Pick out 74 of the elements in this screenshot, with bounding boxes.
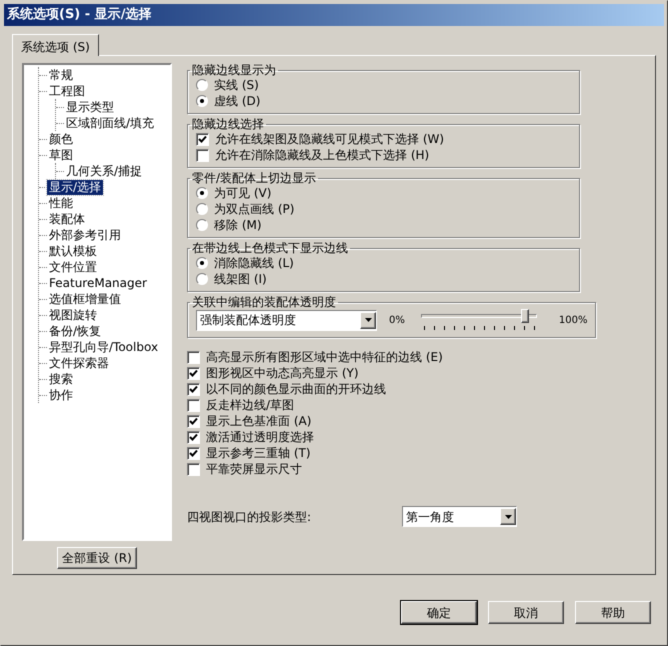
tab[interactable]: 系统选项 (S) <box>12 34 99 56</box>
dropdown[interactable]: 第一角度 <box>402 506 517 527</box>
radio-button[interactable] <box>196 273 208 285</box>
tree-item[interactable]: 备份/恢复 <box>47 324 104 338</box>
checkbox-label: 激活通过透明度选择 <box>206 429 314 446</box>
tree-item[interactable]: 颜色 <box>47 132 75 146</box>
checkbox-label: 显示上色基准面 (A) <box>206 413 312 430</box>
checkbox[interactable] <box>187 382 200 396</box>
checkbox[interactable] <box>196 148 209 162</box>
tree-item[interactable]: 常规 <box>47 68 75 82</box>
checkbox-label: 高亮显示所有图形区域中选中特征的边线 (E) <box>206 349 443 366</box>
tree-item[interactable]: 协作 <box>47 388 75 402</box>
checkbox-label: 反走样边线/草图 <box>206 397 294 414</box>
checkbox[interactable] <box>196 132 209 146</box>
option-label: 线架图 (I) <box>214 271 267 288</box>
radio-button[interactable] <box>196 79 208 91</box>
option-label: 允许在线架图及隐藏线可见模式下选择 (W) <box>215 131 444 148</box>
tree-item[interactable]: 文件位置 <box>47 260 99 274</box>
dropdown[interactable]: 强制装配体透明度 <box>196 310 377 330</box>
tree-item[interactable]: 区域剖面线/填充 <box>64 116 156 130</box>
option-label: 移除 (M) <box>214 217 262 234</box>
tree-item[interactable]: 显示类型 <box>64 100 116 114</box>
max-label: 100% <box>558 314 588 328</box>
dialog-button[interactable]: 取消 <box>488 601 564 624</box>
checkbox[interactable] <box>187 366 200 380</box>
tree-item[interactable]: 默认模板 <box>47 244 99 258</box>
checkbox-label: 显示参考三重轴 (T) <box>206 445 311 462</box>
radio-button[interactable] <box>196 187 208 199</box>
option-label: 为可见 (V) <box>214 185 272 202</box>
group-title: 隐藏边线显示为 <box>191 63 277 77</box>
radio-button[interactable] <box>196 95 208 107</box>
dropdown-value: 第一角度 <box>405 508 455 526</box>
checkbox[interactable] <box>187 430 200 444</box>
group-title: 在带边线上色模式下显示边线 <box>191 241 349 255</box>
dialog-button[interactable]: 帮助 <box>575 601 651 624</box>
tree-item[interactable]: 性能 <box>47 196 75 210</box>
option-label: 为双点画线 (P) <box>214 201 294 218</box>
projection-label: 四视图视口的投影类型: <box>187 508 312 526</box>
option-label: 允许在消除隐藏线及上色模式下选择 (H) <box>215 147 430 164</box>
group-title: 关联中编辑的装配体透明度 <box>191 295 337 309</box>
checkbox[interactable] <box>187 414 200 428</box>
group-title: 隐藏边线选择 <box>191 117 265 131</box>
tree-item[interactable]: 外部参考引用 <box>47 228 123 242</box>
window-title: 系统选项(S) - 显示/选择 <box>7 6 152 24</box>
tree-item[interactable]: FeatureManager <box>47 276 149 290</box>
tree-item[interactable]: 装配体 <box>47 212 87 226</box>
tree-item[interactable]: 文件探索器 <box>47 356 111 370</box>
checkbox[interactable] <box>187 398 200 412</box>
radio-button[interactable] <box>196 219 208 231</box>
checkbox-label: 图形视区中动态高亮显示 (Y) <box>206 365 359 382</box>
tree-item[interactable]: 异型孔向导/Toolbox <box>47 340 160 354</box>
option-label: 虚线 (D) <box>214 93 260 110</box>
tree-item[interactable]: 显示/选择 <box>47 180 104 194</box>
checkbox-label: 平靠荧屏显示尺寸 <box>206 461 302 478</box>
slider-thumb[interactable] <box>521 309 530 323</box>
tree-item[interactable]: 视图旋转 <box>47 308 99 322</box>
checkbox[interactable] <box>187 446 200 460</box>
tree-item[interactable]: 搜索 <box>47 372 75 386</box>
dropdown-value: 强制装配体透明度 <box>199 312 297 329</box>
option-label: 实线 (S) <box>214 77 259 94</box>
tree-item[interactable]: 草图 <box>47 148 75 162</box>
option-label: 消除隐藏线 (L) <box>214 255 294 272</box>
radio-button[interactable] <box>196 257 208 269</box>
tree-item[interactable]: 选值框增量值 <box>47 292 123 306</box>
checkbox[interactable] <box>187 350 200 364</box>
checkbox[interactable] <box>187 462 200 476</box>
checkbox-label: 以不同的颜色显示曲面的开环边线 <box>206 381 386 398</box>
dialog-button[interactable]: 确定 <box>401 601 477 624</box>
tree-item[interactable]: 工程图 <box>47 84 87 98</box>
group-title: 零件/装配体上切边显示 <box>191 171 318 185</box>
reset-all-button[interactable]: 全部重设 (R) <box>57 547 137 569</box>
tree-item[interactable]: 几何关系/捕捉 <box>64 164 144 178</box>
min-label: 0% <box>389 314 405 328</box>
radio-button[interactable] <box>196 203 208 215</box>
